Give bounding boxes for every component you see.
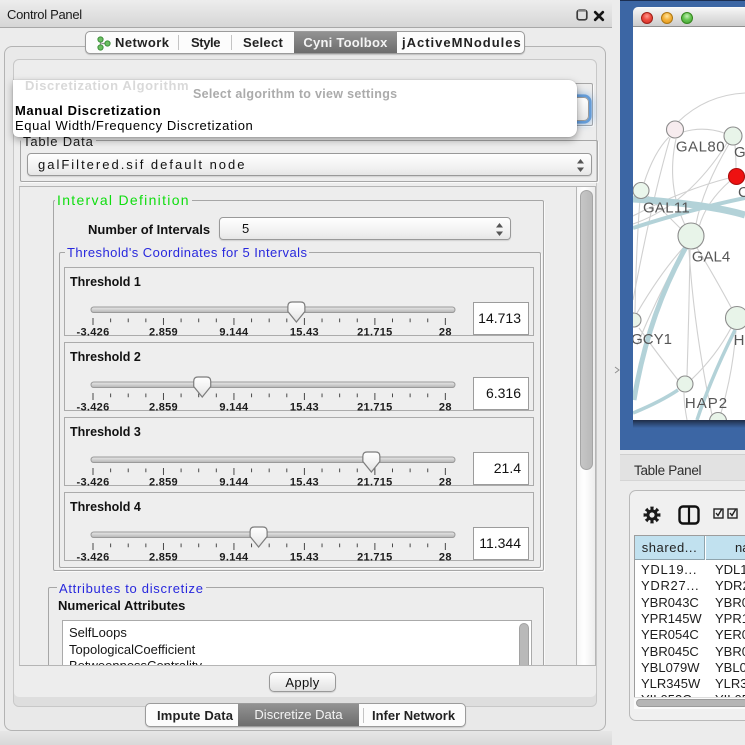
svg-text:-3.426: -3.426: [77, 402, 110, 413]
svg-text:2.859: 2.859: [149, 402, 178, 413]
svg-text:GAL80: GAL80: [676, 139, 725, 156]
svg-text:GA: GA: [734, 144, 745, 161]
svg-text:9.144: 9.144: [219, 477, 249, 488]
svg-text:15.43: 15.43: [290, 327, 319, 338]
svg-text:21.715: 21.715: [357, 402, 392, 413]
svg-text:GAL4: GAL4: [692, 249, 730, 266]
svg-text:28: 28: [439, 552, 452, 563]
svg-text:GCY1: GCY1: [633, 331, 672, 348]
svg-text:21.715: 21.715: [357, 327, 392, 338]
svg-text:28: 28: [439, 327, 452, 338]
svg-text:15.43: 15.43: [290, 477, 319, 488]
svg-text:21.715: 21.715: [357, 552, 392, 563]
svg-text:2.859: 2.859: [149, 552, 178, 563]
svg-text:2.859: 2.859: [149, 477, 178, 488]
svg-text:9.144: 9.144: [219, 327, 249, 338]
svg-text:9.144: 9.144: [219, 402, 249, 413]
svg-text:9.144: 9.144: [219, 552, 249, 563]
svg-text:28: 28: [439, 402, 452, 413]
svg-text:-3.426: -3.426: [77, 477, 110, 488]
svg-text:-3.426: -3.426: [77, 552, 110, 563]
svg-text:2.859: 2.859: [149, 327, 178, 338]
svg-text:21.715: 21.715: [357, 477, 392, 488]
svg-text:28: 28: [439, 477, 452, 488]
svg-text:15.43: 15.43: [290, 402, 319, 413]
svg-text:15.43: 15.43: [290, 552, 319, 563]
svg-text:-3.426: -3.426: [77, 327, 110, 338]
svg-text:GAL11: GAL11: [643, 200, 690, 217]
svg-text:C: C: [738, 184, 745, 201]
svg-text:HAP2: HAP2: [685, 395, 728, 412]
svg-text:H: H: [734, 332, 745, 349]
